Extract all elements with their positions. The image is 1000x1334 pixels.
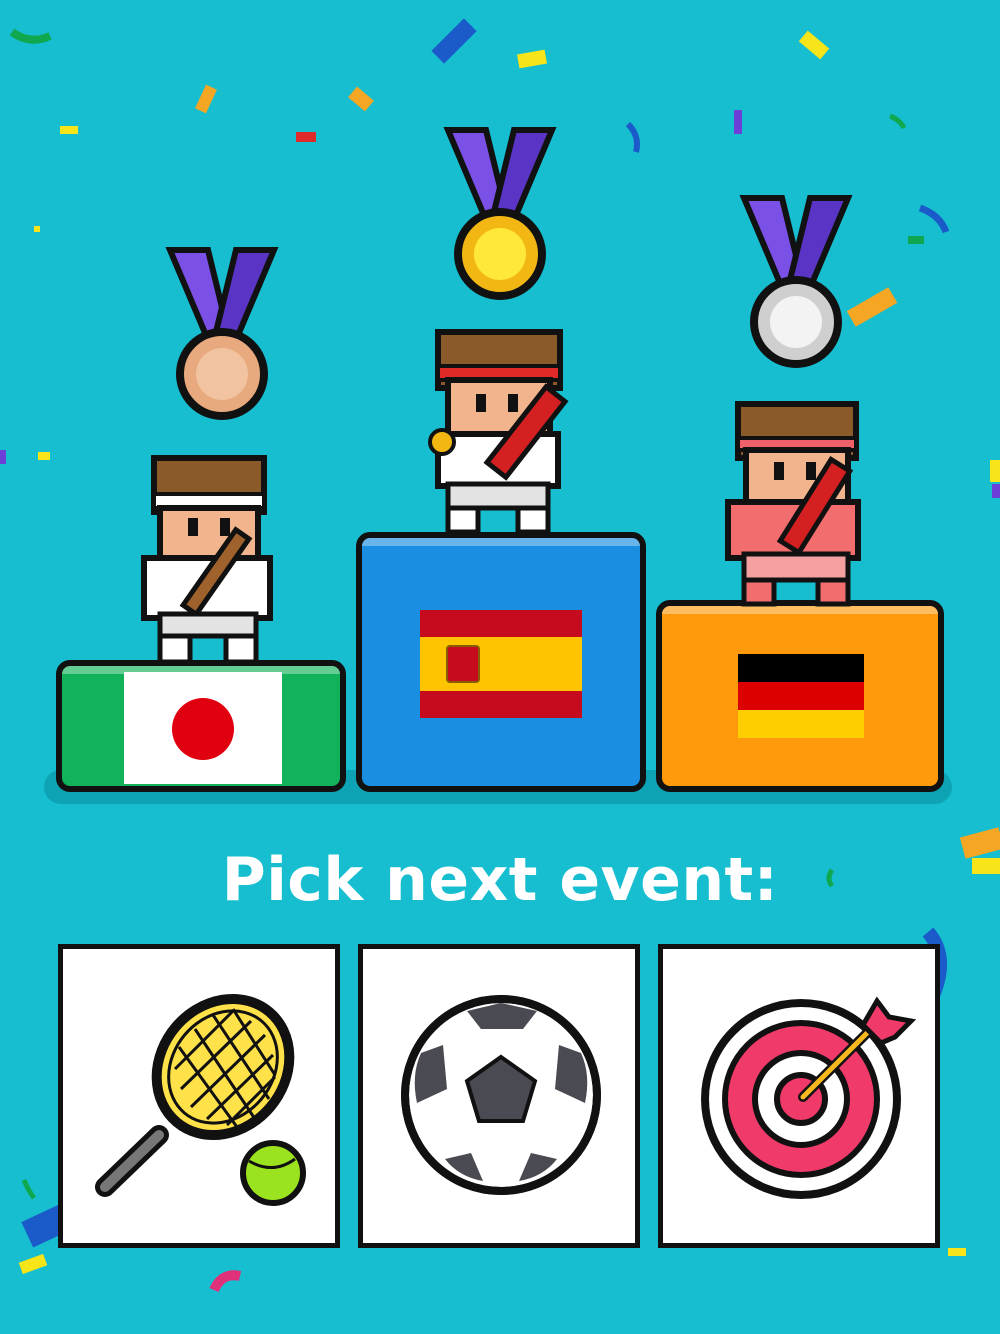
podium-first-place (356, 532, 646, 792)
spain-coat-of-arms-icon (446, 645, 480, 683)
event-card-football[interactable] (358, 944, 640, 1248)
japan-flag (124, 672, 282, 784)
tennis-racket-icon (95, 993, 306, 1206)
gold-medal-icon (443, 127, 557, 300)
player-germany (725, 401, 861, 607)
bronze-medal-icon (165, 247, 279, 420)
player-spain (428, 329, 569, 535)
archery-target-icon (701, 996, 917, 1199)
podium-second-place (656, 600, 944, 792)
podium-third-place (56, 660, 346, 792)
pick-event-prompt: Pick next event: (221, 845, 779, 915)
player-japan (141, 455, 273, 665)
event-card-archery[interactable] (658, 944, 940, 1248)
germany-flag (738, 654, 864, 738)
silver-medal-icon (739, 195, 853, 368)
spain-flag (420, 610, 582, 718)
event-card-tennis[interactable] (58, 944, 340, 1248)
soccer-ball-icon (401, 995, 601, 1195)
